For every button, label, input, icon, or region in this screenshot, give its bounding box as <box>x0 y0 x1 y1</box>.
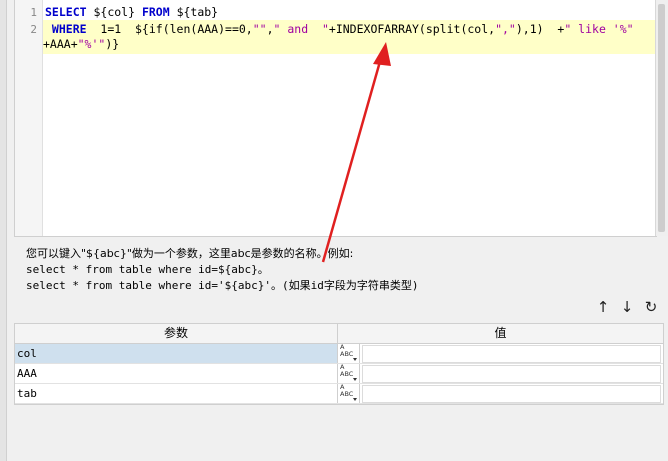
code-line-1: SELECT ${col} FROM ${tab} <box>45 4 218 21</box>
keyword: FROM <box>141 5 170 19</box>
column-header-value[interactable]: 值 <box>338 324 663 343</box>
table-row[interactable]: AAA A ABC <box>15 364 663 384</box>
param-value-cell[interactable]: A ABC <box>338 364 663 383</box>
refresh-icon[interactable]: ↻ <box>644 298 658 316</box>
line-number: 2 <box>30 23 37 36</box>
param-name-cell[interactable]: col <box>15 344 338 363</box>
column-header-param[interactable]: 参数 <box>15 324 338 343</box>
string-literal: "%'" <box>77 37 106 51</box>
editor-scrollbar[interactable] <box>655 0 668 236</box>
code-text: , <box>266 22 274 36</box>
left-scrollbar[interactable] <box>0 0 7 461</box>
line-number: 1 <box>30 6 37 19</box>
code-text: +INDEXOFARRAY(split(col, <box>328 22 496 36</box>
code-line-2: WHERE 1=1 ${if(len(AAA)==0,""," and "+IN… <box>45 21 634 38</box>
code-text: ${tab} <box>169 5 219 19</box>
scrollbar-thumb[interactable] <box>658 4 665 232</box>
string-literal: "," <box>495 22 516 36</box>
table-row[interactable]: tab A ABC <box>15 384 663 404</box>
parameter-hint: 您可以键入"${abc}"做为一个参数，这里abc是参数的名称。例如: sele… <box>26 246 419 294</box>
text-type-icon[interactable]: A ABC <box>338 364 360 383</box>
param-name-cell[interactable]: AAA <box>15 364 338 383</box>
code-text: ${col} <box>86 5 142 19</box>
param-value-input[interactable] <box>362 364 661 383</box>
string-literal: " like '%" <box>564 22 634 36</box>
code-text: +AAA+ <box>43 37 78 51</box>
string-literal: " and " <box>273 22 329 36</box>
code-line-2-wrap: +AAA+"%'")} <box>43 36 119 53</box>
param-value-input[interactable] <box>362 344 661 363</box>
table-row[interactable]: col A ABC <box>15 344 663 364</box>
move-up-icon[interactable]: ↑ <box>596 298 610 316</box>
hint-line: select * from table where id='${abc}'。(如… <box>26 279 419 292</box>
line-number-gutter: 1 2 <box>15 0 43 236</box>
keyword: SELECT <box>45 5 87 19</box>
text-type-icon[interactable]: A ABC <box>338 344 360 363</box>
code-text: 1=1 ${if(len(AAA)==0, <box>86 22 253 36</box>
code-text: )} <box>105 37 120 51</box>
hint-line: 您可以键入"${abc}"做为一个参数，这里abc是参数的名称。例如: <box>26 247 354 260</box>
keyword: WHERE <box>45 22 87 36</box>
parameter-table: 参数 值 col A ABC AAA A ABC tab A ABC <box>14 323 664 405</box>
param-name-cell[interactable]: tab <box>15 384 338 403</box>
sql-editor[interactable]: 1 2 SELECT ${col} FROM ${tab} WHERE 1=1 … <box>14 0 657 237</box>
move-down-icon[interactable]: ↓ <box>620 298 634 316</box>
param-value-cell[interactable]: A ABC <box>338 344 663 363</box>
table-header: 参数 值 <box>15 324 663 344</box>
code-text: ),1) + <box>515 22 565 36</box>
param-value-cell[interactable]: A ABC <box>338 384 663 403</box>
param-toolbar: ↑ ↓ ↻ <box>596 298 658 316</box>
param-value-input[interactable] <box>362 384 661 403</box>
hint-line: select * from table where id=${abc}。 <box>26 263 269 276</box>
string-literal: "" <box>252 22 267 36</box>
table-empty-area <box>14 405 662 461</box>
text-type-icon[interactable]: A ABC <box>338 384 360 403</box>
